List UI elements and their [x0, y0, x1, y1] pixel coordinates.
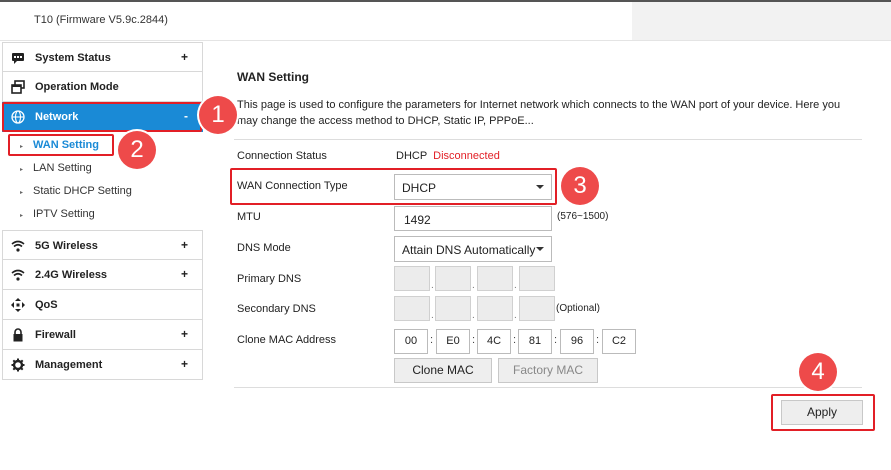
bullet-icon: ▸ [20, 167, 24, 173]
expand-icon[interactable]: + [181, 267, 188, 281]
submenu-item-lan-setting[interactable]: ▸ LAN Setting [2, 157, 203, 180]
sidebar-item-management[interactable]: Management + [2, 350, 203, 380]
sidebar-item-operation-mode[interactable]: Operation Mode [2, 72, 203, 102]
firmware-header: T10 (Firmware V5.9c.2844) [0, 2, 891, 41]
clone-mac-button[interactable]: Clone MAC [394, 358, 492, 383]
primary-dns-octet-1[interactable] [394, 266, 430, 291]
secondary-dns-octet-3[interactable] [477, 296, 513, 321]
annotation-badge-4: 4 [799, 353, 837, 391]
sidebar-item-5g-wireless[interactable]: 5G Wireless + [2, 230, 203, 260]
page-title: WAN Setting [237, 70, 309, 84]
divider [234, 139, 862, 140]
sidebar-item-label: QoS [35, 299, 58, 311]
annotation-box-wan-type [230, 168, 557, 205]
colon-separator: : [472, 334, 476, 346]
dot-separator: . [431, 310, 434, 321]
submenu-label: Static DHCP Setting [33, 185, 132, 197]
factory-mac-button[interactable]: Factory MAC [498, 358, 598, 383]
secondary-dns-label: Secondary DNS [237, 303, 316, 315]
annotation-box-apply [771, 394, 875, 431]
dot-separator: . [514, 310, 517, 321]
mtu-input[interactable]: 1492 [394, 206, 552, 231]
submenu-item-static-dhcp[interactable]: ▸ Static DHCP Setting [2, 180, 203, 203]
annotation-box-wan-setting [8, 134, 114, 156]
clone-mac-label: Clone MAC Address [237, 334, 337, 346]
sidebar-item-label: System Status [35, 52, 111, 64]
expand-icon[interactable]: + [181, 238, 188, 252]
sidebar-item-label: Firewall [35, 329, 76, 341]
primary-dns-octet-3[interactable] [477, 266, 513, 291]
header-shade [632, 2, 891, 40]
annotation-badge-3: 3 [561, 167, 599, 205]
chevron-down-icon [536, 247, 544, 251]
status-disconnected: Disconnected [433, 150, 500, 162]
dot-separator: . [472, 310, 475, 321]
gear-icon [11, 358, 25, 372]
qos-arrows-icon [11, 298, 25, 312]
page-description: This page is used to configure the param… [237, 99, 841, 127]
colon-separator: : [430, 334, 434, 346]
bullet-icon: ▸ [20, 213, 24, 219]
mac-octet-4[interactable]: 81 [518, 329, 552, 354]
sidebar-menu: System Status + Operation Mode Network -… [2, 42, 203, 380]
colon-separator: : [554, 334, 558, 346]
message-icon [12, 53, 24, 64]
wifi-icon [11, 240, 25, 252]
optional-hint: (Optional) [556, 303, 600, 314]
select-value: Attain DNS Automatically [402, 243, 536, 257]
connection-status-value: DHCP Disconnected [396, 150, 500, 162]
input-value: 1492 [404, 213, 431, 227]
divider [234, 387, 862, 388]
sidebar-item-label: 2.4G Wireless [35, 269, 108, 281]
wifi-icon [11, 269, 25, 281]
primary-dns-label: Primary DNS [237, 273, 302, 285]
secondary-dns-octet-1[interactable] [394, 296, 430, 321]
submenu-label: IPTV Setting [33, 208, 95, 220]
primary-dns-octet-4[interactable] [519, 266, 555, 291]
sidebar-item-2-4g-wireless[interactable]: 2.4G Wireless + [2, 260, 203, 290]
sidebar-item-qos[interactable]: QoS [2, 290, 203, 320]
connection-status-label: Connection Status [237, 150, 327, 162]
annotation-badge-2: 2 [118, 131, 156, 169]
dot-separator: . [472, 280, 475, 291]
expand-icon[interactable]: + [181, 327, 188, 341]
secondary-dns-octet-2[interactable] [435, 296, 471, 321]
mac-octet-5[interactable]: 96 [560, 329, 594, 354]
secondary-dns-octet-4[interactable] [519, 296, 555, 321]
expand-icon[interactable]: + [181, 50, 188, 64]
window-icon [11, 80, 25, 94]
sidebar-item-label: 5G Wireless [35, 240, 98, 252]
mtu-label: MTU [237, 211, 261, 223]
colon-separator: : [596, 334, 600, 346]
dns-mode-select[interactable]: Attain DNS Automatically [394, 236, 552, 262]
dot-separator: . [431, 280, 434, 291]
lock-icon [13, 328, 23, 342]
mac-octet-6[interactable]: C2 [602, 329, 636, 354]
sidebar-item-firewall[interactable]: Firewall + [2, 320, 203, 350]
colon-separator: : [513, 334, 517, 346]
connection-mode: DHCP [396, 150, 428, 162]
mac-octet-3[interactable]: 4C [477, 329, 511, 354]
sidebar-item-system-status[interactable]: System Status + [2, 42, 203, 72]
mtu-range-hint: (576~1500) [557, 211, 609, 222]
mac-octet-2[interactable]: E0 [436, 329, 470, 354]
bullet-icon: ▸ [20, 190, 24, 196]
mac-octet-1[interactable]: 00 [394, 329, 428, 354]
annotation-badge-1: 1 [199, 96, 237, 134]
firmware-title: T10 (Firmware V5.9c.2844) [34, 14, 168, 26]
sidebar-item-label: Management [35, 359, 103, 371]
dot-separator: . [514, 280, 517, 291]
expand-icon[interactable]: + [181, 357, 188, 371]
dns-mode-label: DNS Mode [237, 242, 291, 254]
primary-dns-octet-2[interactable] [435, 266, 471, 291]
sidebar-item-label: Operation Mode [35, 81, 119, 93]
annotation-box-network [2, 102, 202, 132]
submenu-label: LAN Setting [33, 162, 92, 174]
submenu-item-iptv-setting[interactable]: ▸ IPTV Setting [2, 203, 203, 226]
